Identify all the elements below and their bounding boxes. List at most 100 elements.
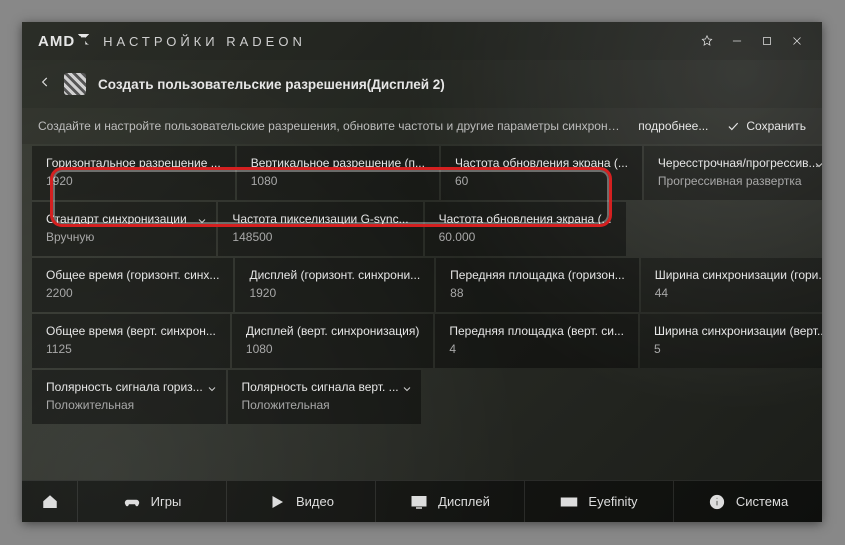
eyefinity-icon <box>560 493 578 511</box>
nav-display[interactable]: Дисплей <box>376 481 525 522</box>
gamepad-icon <box>123 493 141 511</box>
nav-video[interactable]: Видео <box>227 481 376 522</box>
setting-label: Общее время (горизонт. синх... <box>46 268 219 282</box>
setting-value: 1080 <box>251 174 425 188</box>
chevron-left-icon <box>38 75 52 89</box>
setting-value: 148500 <box>232 230 408 244</box>
setting-label: Передняя площадка (горизон... <box>450 268 625 282</box>
save-label: Сохранить <box>746 119 806 133</box>
empty-cell <box>619 370 813 424</box>
nav-games-label: Игры <box>151 494 182 509</box>
setting-cell[interactable]: Ширина синхронизации (гори... 44 <box>641 258 822 312</box>
nav-system[interactable]: Система <box>674 481 822 522</box>
empty-cell <box>628 202 812 256</box>
setting-label: Вертикальное разрешение (п... <box>251 156 425 170</box>
star-icon <box>700 34 714 48</box>
setting-cell[interactable]: Общее время (верт. синхрон... 1125 <box>32 314 230 368</box>
empty-cell <box>423 370 617 424</box>
maximize-icon <box>760 34 774 48</box>
setting-label: Горизонтальное разрешение ... <box>46 156 221 170</box>
setting-value: 44 <box>655 286 822 300</box>
setting-value: 60.000 <box>439 230 612 244</box>
setting-label: Частота пикселизации G-sync... <box>232 212 408 226</box>
setting-cell[interactable]: Горизонтальное разрешение ... 1920 <box>32 146 235 200</box>
setting-value: Прогрессивная развертка <box>658 174 819 188</box>
setting-value: Положительная <box>46 398 212 412</box>
play-icon <box>268 493 286 511</box>
description-bar: Создайте и настройте пользовательские ра… <box>22 108 822 144</box>
nav-eyefinity-label: Eyefinity <box>588 494 637 509</box>
setting-cell[interactable]: Дисплей (горизонт. синхрони... 1920 <box>235 258 434 312</box>
nav-video-label: Видео <box>296 494 334 509</box>
subheader: Создать пользовательские разрешения(Дисп… <box>22 60 822 108</box>
settings-row: Полярность сигнала гориз... Положительная… <box>32 370 812 424</box>
setting-cell[interactable]: Вертикальное разрешение (п... 1080 <box>237 146 439 200</box>
maximize-button[interactable] <box>752 26 782 56</box>
more-link[interactable]: подробнее... <box>638 119 708 133</box>
app-window: AMD НАСТРОЙКИ RADEON Создать пользовател… <box>22 22 822 522</box>
setting-value: 1920 <box>249 286 420 300</box>
setting-label: Дисплей (верт. синхронизация) <box>246 324 419 338</box>
setting-value: Вручную <box>46 230 202 244</box>
nav-eyefinity[interactable]: Eyefinity <box>525 481 674 522</box>
setting-cell[interactable]: Полярность сигнала гориз... Положительная <box>32 370 226 424</box>
setting-cell[interactable]: Частота обновления экрана (... 60 <box>441 146 642 200</box>
nav-home[interactable] <box>22 481 78 522</box>
setting-value: 4 <box>449 342 624 356</box>
page-title: Создать пользовательские разрешения(Дисп… <box>98 77 445 92</box>
setting-value: 1920 <box>46 174 221 188</box>
nav-system-label: Система <box>736 494 788 509</box>
minimize-icon <box>730 34 744 48</box>
setting-cell[interactable]: Чересстрочная/прогрессив...Прогрессивная… <box>644 146 822 200</box>
setting-label: Дисплей (горизонт. синхрони... <box>249 268 420 282</box>
chevron-down-icon <box>401 382 413 400</box>
setting-cell[interactable]: Полярность сигнала верт. ... Положительна… <box>228 370 422 424</box>
bottom-nav: Игры Видео Дисплей Eyefinity Система <box>22 480 822 522</box>
nav-display-label: Дисплей <box>438 494 490 509</box>
settings-row: Общее время (верт. синхрон... 1125 Дисплей… <box>32 314 812 368</box>
setting-label: Общее время (верт. синхрон... <box>46 324 216 338</box>
setting-label: Частота обновления экрана (... <box>439 212 612 226</box>
setting-value: Положительная <box>242 398 408 412</box>
amd-logo: AMD <box>38 33 89 50</box>
settings-row: Стандарт синхронизацииВручнуюЧастота пик… <box>32 202 812 256</box>
setting-label: Ширина синхронизации (гори... <box>655 268 822 282</box>
chevron-down-icon <box>196 214 208 232</box>
setting-cell[interactable]: Стандарт синхронизацииВручную <box>32 202 216 256</box>
titlebar: AMD НАСТРОЙКИ RADEON <box>22 22 822 60</box>
setting-value: 1125 <box>46 342 216 356</box>
save-button[interactable]: Сохранить <box>726 119 806 133</box>
resolution-icon <box>64 73 86 95</box>
favorite-button[interactable] <box>692 26 722 56</box>
chevron-down-icon <box>206 382 218 400</box>
setting-label: Полярность сигнала верт. ... <box>242 380 408 394</box>
setting-cell[interactable]: Дисплей (верт. синхронизация) 1080 <box>232 314 433 368</box>
setting-value: 1080 <box>246 342 419 356</box>
close-button[interactable] <box>782 26 812 56</box>
setting-value: 88 <box>450 286 625 300</box>
setting-label: Частота обновления экрана (... <box>455 156 628 170</box>
minimize-button[interactable] <box>722 26 752 56</box>
chevron-down-icon <box>813 158 822 176</box>
info-icon <box>708 493 726 511</box>
setting-cell[interactable]: Частота пикселизации G-sync... 148500 <box>218 202 422 256</box>
back-button[interactable] <box>38 75 52 94</box>
setting-cell[interactable]: Ширина синхронизации (верт... 5 <box>640 314 822 368</box>
setting-cell[interactable]: Передняя площадка (горизон... 88 <box>436 258 639 312</box>
setting-label: Ширина синхронизации (верт... <box>654 324 822 338</box>
setting-value: 5 <box>654 342 822 356</box>
settings-row: Горизонтальное разрешение ... 1920 Вертика… <box>32 146 812 200</box>
settings-row: Общее время (горизонт. синх... 2200 Диспле… <box>32 258 812 312</box>
setting-value: 2200 <box>46 286 219 300</box>
setting-value: 60 <box>455 174 628 188</box>
setting-label: Полярность сигнала гориз... <box>46 380 212 394</box>
setting-cell[interactable]: Общее время (горизонт. синх... 2200 <box>32 258 233 312</box>
setting-label: Передняя площадка (верт. си... <box>449 324 624 338</box>
close-icon <box>790 34 804 48</box>
check-icon <box>726 119 740 133</box>
display-icon <box>410 493 428 511</box>
setting-cell[interactable]: Частота обновления экрана (... 60.000 <box>425 202 626 256</box>
home-icon <box>41 493 59 511</box>
setting-cell[interactable]: Передняя площадка (верт. си... 4 <box>435 314 638 368</box>
nav-games[interactable]: Игры <box>78 481 227 522</box>
